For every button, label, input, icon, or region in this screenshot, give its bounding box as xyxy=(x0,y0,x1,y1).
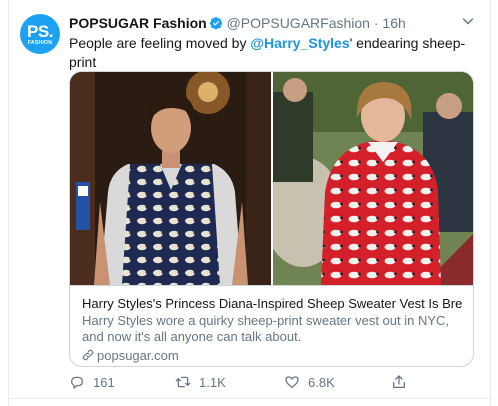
retweet-button[interactable]: 1.1K xyxy=(175,372,226,392)
card-description: Harry Styles wore a quirky sheep-print s… xyxy=(82,313,450,344)
card-domain-text: popsugar.com xyxy=(97,348,179,363)
avatar[interactable]: PS. FASHION xyxy=(20,14,60,54)
reply-icon xyxy=(71,376,83,389)
avatar-logo-text: PS. xyxy=(27,22,53,41)
author-handle[interactable]: @POPSUGARFashion xyxy=(227,15,370,31)
retweet-count: 1.1K xyxy=(199,374,226,390)
mention-link[interactable]: @Harry_Styles xyxy=(250,35,349,51)
tweet-actions: 161 1.1K 6.8K xyxy=(69,372,479,392)
like-count: 6.8K xyxy=(308,374,335,390)
share-icon xyxy=(393,375,405,388)
card-body[interactable]: Harry Styles's Princess Diana-Inspired S… xyxy=(70,285,473,366)
reply-count: 161 xyxy=(93,374,115,390)
share-button[interactable] xyxy=(391,372,415,392)
heart-icon xyxy=(285,376,299,388)
card-title[interactable]: Harry Styles's Princess Diana-Inspired S… xyxy=(82,295,463,312)
card-photo-princess-diana xyxy=(273,72,473,285)
retweet-icon xyxy=(175,376,191,388)
link-icon xyxy=(82,349,94,361)
tweet-header: POPSUGAR Fashion @POPSUGARFashion · 16h xyxy=(69,15,481,33)
header-separator: · xyxy=(373,15,379,31)
tweet-timestamp[interactable]: 16h xyxy=(382,15,405,31)
like-button[interactable]: 6.8K xyxy=(284,372,335,392)
card-domain: popsugar.com xyxy=(82,347,463,364)
verified-badge-icon xyxy=(209,17,222,30)
timeline-right-border xyxy=(490,0,491,406)
timeline-left-border xyxy=(8,0,9,406)
tweet-text-part: People are feeling moved by xyxy=(69,35,251,51)
author-name[interactable]: POPSUGAR Fashion xyxy=(69,15,207,31)
chevron-down-icon[interactable] xyxy=(462,15,474,27)
link-card[interactable]: Harry Styles's Princess Diana-Inspired S… xyxy=(69,71,474,367)
card-photo-harry-styles xyxy=(70,72,271,285)
tweet-divider xyxy=(8,398,491,399)
reply-button[interactable]: 161 xyxy=(69,372,115,392)
avatar-logo-subtext: FASHION xyxy=(27,40,53,46)
